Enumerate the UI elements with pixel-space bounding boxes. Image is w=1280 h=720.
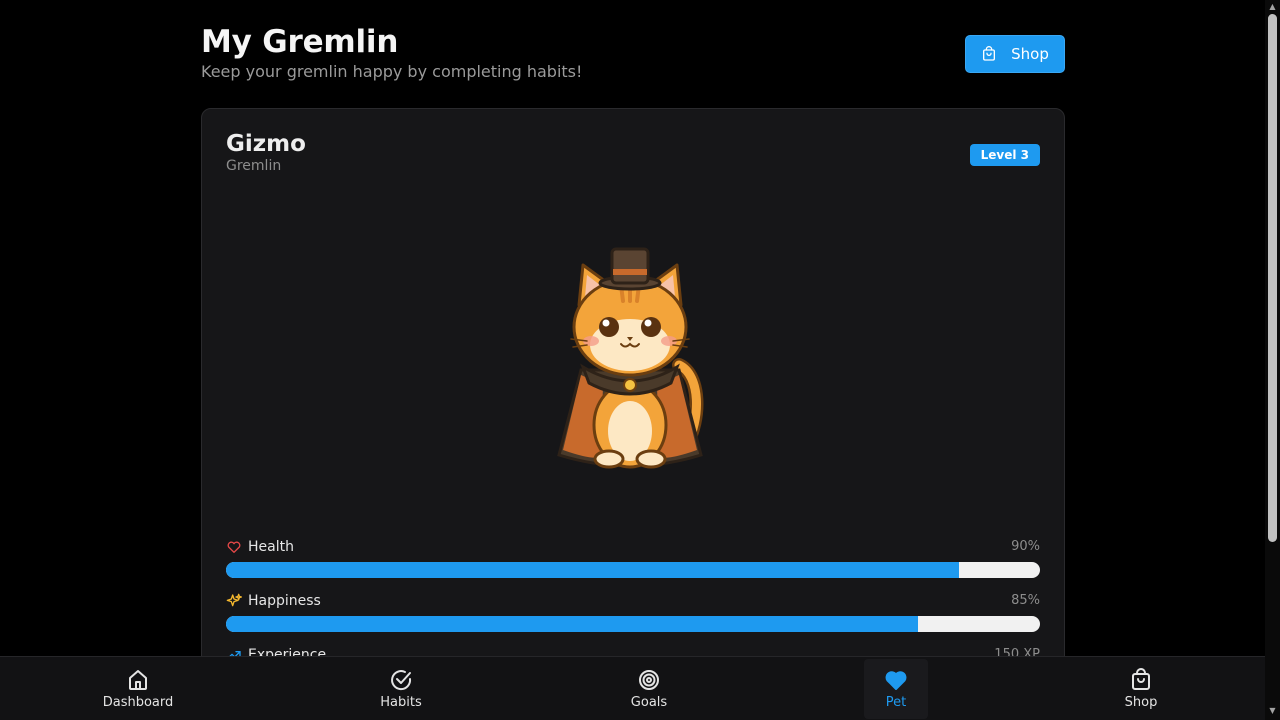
shop-button-label: Shop	[1011, 45, 1049, 63]
happiness-bar	[226, 616, 1040, 632]
nav-label-dashboard: Dashboard	[102, 695, 174, 710]
pet-card: Gizmo Gremlin Level 3 Health 90% Happine…	[201, 108, 1065, 720]
shopping-bag-icon	[1132, 668, 1150, 690]
nav-label-pet: Pet	[885, 695, 907, 710]
page-title: My Gremlin	[201, 24, 399, 60]
cat-wizard-illustration	[557, 247, 704, 469]
scroll-up-arrow[interactable]: ▲	[1268, 2, 1277, 12]
nav-label-habits: Habits	[380, 695, 422, 710]
happiness-value: 85%	[1011, 593, 1040, 608]
health-bar-fill	[226, 562, 959, 578]
check-circle-icon	[391, 670, 412, 691]
health-value: 90%	[1011, 539, 1040, 554]
page-subtitle: Keep your gremlin happy by completing ha…	[201, 62, 583, 81]
pet-page: My Gremlin Keep your gremlin happy by co…	[0, 0, 1280, 720]
nav-item-pet[interactable]: Pet	[864, 659, 928, 719]
happiness-label: Happiness	[248, 593, 321, 609]
nav-item-goals[interactable]: Goals	[614, 659, 684, 719]
health-label: Health	[248, 539, 294, 555]
heart-icon	[227, 541, 241, 553]
health-bar	[226, 562, 1040, 578]
level-badge: Level 3	[969, 144, 1040, 166]
sparkles-icon	[226, 593, 242, 607]
nav-item-shop[interactable]: Shop	[1106, 659, 1176, 719]
shop-button[interactable]: Shop	[965, 35, 1065, 73]
scroll-down-arrow[interactable]: ▼	[1268, 706, 1277, 716]
health-stat: Health 90%	[226, 537, 1040, 578]
home-icon	[129, 670, 147, 690]
bottom-nav: Dashboard Habits Goals Pet Shop	[0, 656, 1265, 720]
pet-name: Gizmo	[226, 131, 306, 157]
page-header: My Gremlin Keep your gremlin happy by co…	[201, 22, 1065, 86]
nav-item-dashboard[interactable]: Dashboard	[98, 659, 178, 719]
target-icon	[639, 670, 659, 690]
happiness-stat: Happiness 85%	[226, 591, 1040, 632]
nav-item-habits[interactable]: Habits	[366, 659, 436, 719]
scrollbar-thumb[interactable]	[1268, 14, 1277, 542]
nav-label-shop: Shop	[1124, 695, 1158, 710]
heart-icon	[885, 671, 907, 690]
nav-label-goals: Goals	[630, 695, 668, 710]
happiness-bar-fill	[226, 616, 918, 632]
shopping-bag-icon	[983, 46, 996, 61]
pet-species: Gremlin	[226, 158, 282, 174]
